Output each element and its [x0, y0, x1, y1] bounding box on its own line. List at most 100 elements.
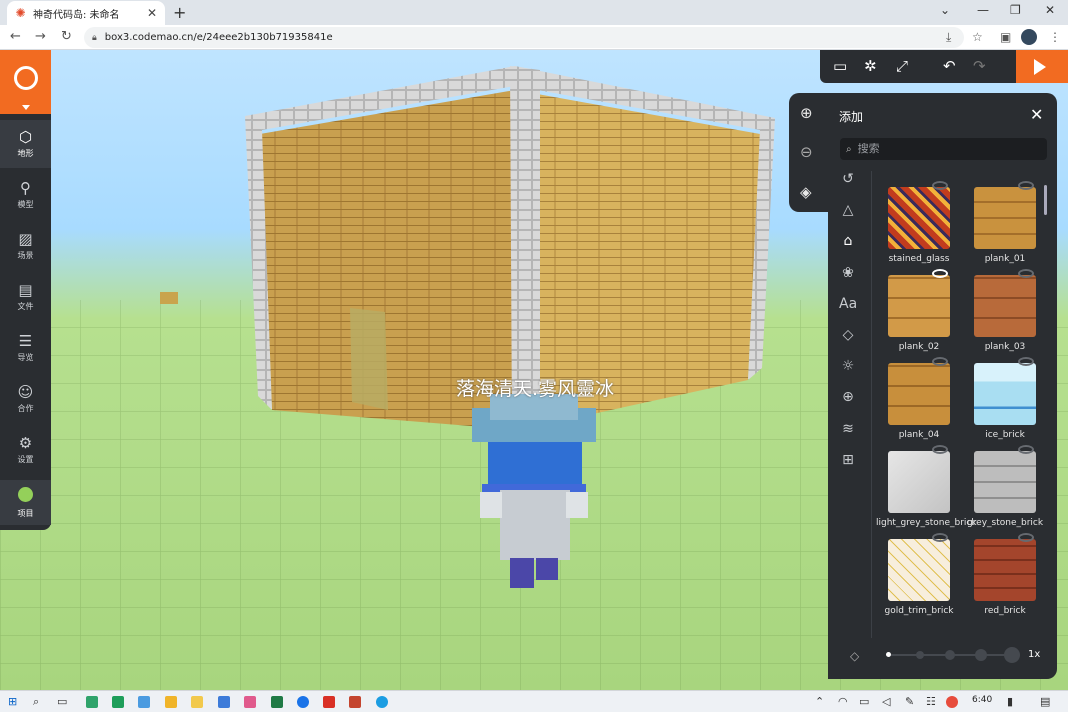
block-item[interactable]: plank_01 [962, 181, 1048, 271]
sidebar-item-terrain[interactable]: ⬡ 地形 [0, 120, 51, 168]
task-view-icon[interactable]: ▭ [57, 695, 67, 708]
layers-category-icon[interactable]: ≋ [839, 421, 857, 437]
sidebar-item-model[interactable]: ⚲ 模型 [0, 171, 51, 219]
new-tab-button[interactable]: + [173, 3, 186, 22]
block-item[interactable]: light_grey_stone_brick [876, 445, 977, 535]
player-character [472, 394, 596, 588]
edge-app-icon[interactable] [376, 696, 388, 708]
app-icon[interactable] [86, 696, 98, 708]
tree-category-icon[interactable]: △ [839, 202, 857, 218]
block-item[interactable]: stained_glass [876, 181, 962, 271]
sidebar-item-settings[interactable]: ⚙ 设置 [0, 426, 51, 474]
block-name: plank_03 [984, 342, 1026, 352]
editor-toolbar: ▭ ✲ ⤢ ↶ ↷ [820, 50, 1068, 83]
history-icon[interactable]: ↺ [839, 171, 857, 187]
search-icon[interactable]: ⌕ [33, 695, 39, 709]
block-item[interactable]: plank_02 [876, 269, 962, 359]
browser-tab-strip: ✺ 神奇代码岛: 未命名 ✕ + ⌄ — ❐ ✕ [0, 0, 1068, 25]
text-category-icon[interactable]: Aa [839, 296, 857, 312]
powerpoint-app-icon[interactable] [349, 696, 361, 708]
pen-icon[interactable]: ✎ [905, 695, 914, 708]
app-icon[interactable] [244, 696, 256, 708]
browser-tab[interactable]: ✺ 神奇代码岛: 未命名 ✕ [7, 1, 165, 25]
input-icon[interactable]: ☷ [926, 695, 936, 708]
sidebar-item-guide[interactable]: ☰ 导览 [0, 324, 51, 372]
network-icon[interactable]: ▮ [1007, 695, 1013, 708]
tray-app-icon[interactable] [946, 696, 958, 708]
ring-icon [1018, 533, 1034, 542]
url-field[interactable]: 🔒︎ box3.codemao.cn/e/24eee2b130b71935841… [84, 27, 964, 48]
sidebar-item-project[interactable]: 项目 [0, 480, 51, 525]
volume-icon[interactable]: ◁ [882, 695, 890, 708]
chrome-app-icon[interactable] [297, 696, 309, 708]
block-item[interactable]: grey_stone_brick [962, 445, 1048, 535]
sidebar-item-collab[interactable]: ☺ 合作 [0, 375, 51, 423]
minimize-icon[interactable]: — [977, 3, 989, 17]
thumbnail-size-slider: ◇ 1x [840, 645, 1050, 665]
forward-icon[interactable]: → [35, 29, 46, 44]
folder-app-icon[interactable] [165, 696, 177, 708]
bookmark-star-icon[interactable]: ☆ [972, 30, 983, 44]
add-circle-icon[interactable]: ⊕ [800, 104, 813, 122]
app-icon[interactable] [323, 696, 335, 708]
back-icon[interactable]: ← [10, 29, 21, 44]
run-button[interactable] [1016, 50, 1068, 83]
block-item[interactable]: gold_trim_brick [876, 533, 962, 623]
windows-start-icon[interactable]: ⊞ [8, 695, 17, 708]
slider-stop[interactable] [1004, 647, 1020, 663]
notification-icon[interactable]: ▤ [1040, 695, 1050, 708]
plus-category-icon[interactable]: ⊕ [839, 389, 857, 405]
block-name: plank_01 [984, 254, 1026, 264]
remove-circle-icon[interactable]: ⊖ [800, 143, 813, 161]
tab-search-icon[interactable]: ⌄ [940, 3, 950, 17]
menu-icon[interactable]: ⋮ [1049, 30, 1061, 44]
block-item[interactable]: plank_03 [962, 269, 1048, 359]
side-panel-icon[interactable]: ▣ [1000, 30, 1011, 44]
close-icon[interactable]: ✕ [1030, 105, 1043, 124]
debug-bug-icon[interactable]: ✲ [864, 57, 877, 75]
system-clock[interactable]: 6:40 [972, 695, 992, 705]
slider-stop[interactable] [975, 649, 987, 661]
slider-handle[interactable] [886, 652, 891, 657]
app-icon[interactable] [218, 696, 230, 708]
block-item[interactable]: ice_brick [962, 357, 1048, 447]
reload-icon[interactable]: ↻ [61, 29, 72, 44]
wifi-icon[interactable]: ◠ [838, 695, 848, 708]
sidebar-item-scene[interactable]: ▨ 场景 [0, 222, 51, 270]
chevron-up-icon[interactable]: ⌃ [815, 695, 824, 708]
panel-title: 添加 [839, 110, 864, 124]
app-icon[interactable] [191, 696, 203, 708]
undo-icon[interactable]: ↶ [943, 57, 956, 75]
home-category-icon[interactable]: ⌂ [839, 233, 857, 249]
slider-stop[interactable] [945, 650, 955, 660]
panel-scrollbar[interactable] [1044, 185, 1047, 215]
block-item[interactable]: red_brick [962, 533, 1048, 623]
search-input[interactable] [857, 143, 1028, 155]
cluster-category-icon[interactable]: ❀ [839, 265, 857, 281]
maximize-icon[interactable]: ❐ [1010, 3, 1021, 17]
codemao-logo[interactable] [0, 50, 51, 114]
block-grid: stained_glass plank_01 plank_02 plank_03… [876, 181, 1052, 636]
sun-category-icon[interactable]: ☼ [839, 358, 857, 374]
profile-avatar[interactable] [1021, 29, 1037, 45]
excel-app-icon[interactable] [271, 696, 283, 708]
install-icon[interactable]: ⤓ [946, 30, 951, 45]
sidebar-item-files[interactable]: ▤ 文件 [0, 273, 51, 321]
block-item[interactable]: plank_04 [876, 357, 962, 447]
grid-category-icon[interactable]: ⊞ [839, 452, 857, 468]
security-app-icon[interactable] [112, 696, 124, 708]
paint-bucket-icon[interactable]: ◈ [800, 183, 812, 201]
tag-category-icon[interactable]: ◇ [839, 327, 857, 343]
chat-icon[interactable]: ▭ [833, 57, 847, 75]
block-thumb [888, 357, 950, 425]
block-thumb [888, 181, 950, 249]
expand-icon[interactable]: ⤢ [896, 57, 908, 75]
redo-icon[interactable]: ↷ [973, 57, 986, 75]
store-app-icon[interactable] [138, 696, 150, 708]
tab-close-icon[interactable]: ✕ [147, 6, 157, 20]
close-window-icon[interactable]: ✕ [1045, 3, 1055, 17]
battery-icon[interactable]: ▭ [859, 695, 869, 708]
ring-icon [1018, 445, 1034, 454]
model-icon: ⚲ [20, 179, 31, 197]
slider-stop[interactable] [916, 651, 924, 659]
